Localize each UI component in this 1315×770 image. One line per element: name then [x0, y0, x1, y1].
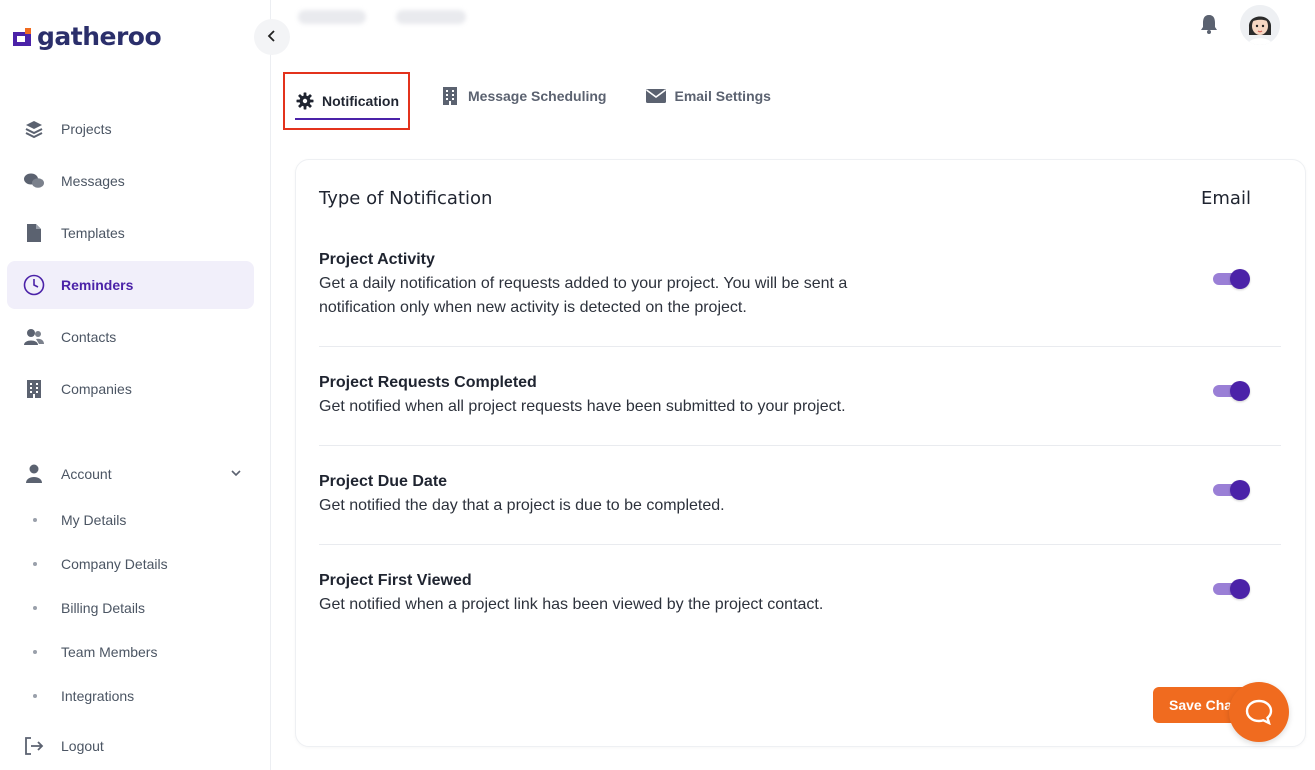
sidebar-item-label: Reminders [61, 277, 134, 293]
sidebar-nav: Projects Messages Templates Reminders Co… [7, 105, 254, 417]
notification-description: Get notified when a project link has bee… [319, 596, 824, 613]
notification-description: Get notified when all project requests h… [319, 398, 846, 415]
notification-row-project-due-date: Project Due Date Get notified the day th… [319, 446, 1281, 545]
bullet-dot [33, 562, 37, 566]
clock-icon [23, 274, 45, 296]
account-toggle[interactable]: Account [7, 450, 254, 498]
bell-icon[interactable] [1199, 13, 1219, 35]
sidebar-item-label: Companies [61, 381, 132, 397]
bullet-dot [33, 518, 37, 522]
logo-mark-icon [11, 26, 33, 48]
document-icon [23, 222, 45, 244]
chat-icon [23, 170, 45, 192]
chevron-down-icon [230, 466, 242, 482]
toggle-knob [1230, 480, 1250, 500]
logo[interactable]: gatheroo [11, 22, 162, 51]
tab-label: Notification [322, 93, 399, 109]
building-icon [440, 86, 460, 106]
sidebar-item-templates[interactable]: Templates [7, 209, 254, 257]
notification-list: Project Activity Get a daily notificatio… [319, 248, 1281, 643]
account-item-label: Integrations [61, 688, 135, 704]
logo-text: gatheroo [37, 22, 162, 51]
column-header-email: Email [1201, 188, 1251, 209]
sidebar: gatheroo Projects Messages Templates Rem… [0, 0, 271, 770]
logout-icon [23, 735, 45, 757]
chevron-left-icon [266, 27, 278, 48]
notification-row-project-requests-completed: Project Requests Completed Get notified … [319, 347, 1281, 446]
account-item-team-members[interactable]: Team Members [7, 630, 254, 674]
tab-message-scheduling[interactable]: Message Scheduling [428, 72, 618, 120]
account-item-label: Team Members [61, 644, 158, 660]
tab-email-settings[interactable]: Email Settings [634, 72, 782, 120]
column-header-type: Type of Notification [319, 188, 493, 209]
user-avatar[interactable] [1240, 5, 1280, 45]
email-toggle[interactable] [1213, 380, 1251, 401]
sidebar-item-companies[interactable]: Companies [7, 365, 254, 413]
card-header: Type of Notification Email [319, 188, 1251, 209]
users-icon [23, 326, 45, 348]
active-tab-indicator [295, 118, 400, 120]
app-root: gatheroo Projects Messages Templates Rem… [0, 0, 1315, 770]
notification-title: Project Due Date [319, 473, 448, 490]
account-item-my-details[interactable]: My Details [7, 498, 254, 542]
bullet-dot [33, 650, 37, 654]
notification-title: Project First Viewed [319, 572, 472, 589]
account-item-label: My Details [61, 512, 127, 528]
tab-label: Email Settings [674, 88, 771, 104]
gear-icon [296, 91, 314, 111]
toggle-knob [1230, 381, 1250, 401]
user-icon [23, 463, 45, 485]
notification-description: Get notified the day that a project is d… [319, 497, 725, 514]
notification-row-project-first-viewed: Project First Viewed Get notified when a… [319, 545, 1281, 643]
sidebar-item-label: Messages [61, 173, 125, 189]
sidebar-item-label: Contacts [61, 329, 117, 345]
logout-label: Logout [61, 738, 104, 754]
sidebar-item-label: Projects [61, 121, 112, 137]
envelope-icon [646, 86, 667, 106]
notification-settings-card: Type of Notification Email Project Activ… [295, 159, 1306, 747]
bullet-dot [33, 606, 37, 610]
sidebar-item-reminders[interactable]: Reminders [7, 261, 254, 309]
sidebar-item-contacts[interactable]: Contacts [7, 313, 254, 361]
email-toggle[interactable] [1213, 479, 1251, 500]
account-item-billing-details[interactable]: Billing Details [7, 586, 254, 630]
building-icon [23, 378, 45, 400]
sidebar-item-projects[interactable]: Projects [7, 105, 254, 153]
sidebar-item-messages[interactable]: Messages [7, 157, 254, 205]
account-item-label: Company Details [61, 556, 168, 572]
layers-icon [23, 118, 45, 140]
toggle-knob [1230, 269, 1250, 289]
email-toggle[interactable] [1213, 578, 1251, 599]
sidebar-collapse-button[interactable] [254, 19, 290, 55]
notification-title: Project Requests Completed [319, 374, 537, 391]
notification-description: Get a daily notification of requests add… [319, 275, 848, 316]
chat-bubble-icon[interactable] [1229, 682, 1289, 742]
tab-label: Message Scheduling [468, 88, 607, 104]
notification-title: Project Activity [319, 251, 435, 268]
breadcrumb-placeholder [298, 10, 366, 24]
breadcrumb [298, 10, 466, 24]
sidebar-item-label: Templates [61, 225, 125, 241]
account-item-label: Billing Details [61, 600, 146, 616]
tab-notification[interactable]: Notification [283, 72, 410, 130]
account-item-company-details[interactable]: Company Details [7, 542, 254, 586]
bullet-dot [33, 694, 37, 698]
toggle-knob [1230, 579, 1250, 599]
email-toggle[interactable] [1213, 268, 1251, 289]
settings-tabs: Notification Message Scheduling Email Se… [283, 72, 783, 130]
notification-row-project-activity: Project Activity Get a daily notificatio… [319, 248, 1281, 347]
account-item-integrations[interactable]: Integrations [7, 674, 254, 718]
breadcrumb-placeholder [396, 10, 466, 24]
account-label: Account [61, 466, 112, 482]
account-section: Account My Details Company Details Billi… [7, 450, 254, 718]
logout-button[interactable]: Logout [7, 722, 104, 770]
